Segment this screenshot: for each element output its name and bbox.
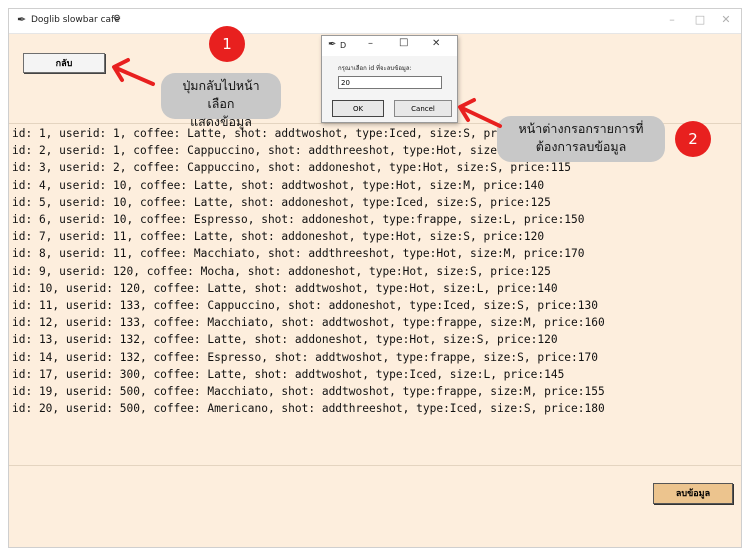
annotation-callout-1: ปุ่มกลับไปหน้าเลือก แสดงข้อมูล	[161, 73, 281, 129]
record-row: id: 6, userid: 10, coffee: Espresso, sho…	[12, 213, 585, 227]
gear-icon: ⚙	[113, 14, 122, 24]
delete-dialog: ✒ D – □ ✕ กรุณาเลือก id ที่จะลบข้อมูล: O…	[321, 35, 458, 123]
records-list: id: 1, userid: 1, coffee: Latte, shot: a…	[12, 125, 605, 417]
minimize-button[interactable]: –	[661, 11, 683, 29]
annotation-badge-2: 2	[675, 121, 711, 157]
callout-1-line-1: ปุ่มกลับไปหน้าเลือก	[182, 78, 260, 111]
back-button[interactable]: กลับ	[23, 53, 105, 73]
dialog-minimize-button[interactable]: –	[368, 38, 373, 49]
callout-2-line-2: ต้องการลบข้อมูล	[535, 139, 627, 154]
record-row: id: 7, userid: 11, coffee: Latte, shot: …	[12, 230, 545, 244]
close-button[interactable]: ✕	[715, 11, 737, 29]
record-row: id: 8, userid: 11, coffee: Macchiato, sh…	[12, 247, 585, 261]
record-row: id: 9, userid: 120, coffee: Mocha, shot:…	[12, 264, 551, 278]
annotation-badge-1: 1	[209, 26, 245, 62]
record-row: id: 13, userid: 132, coffee: Latte, shot…	[12, 333, 558, 347]
record-row: id: 10, userid: 120, coffee: Latte, shot…	[12, 281, 558, 295]
dialog-title: D	[340, 41, 347, 50]
id-input[interactable]	[338, 76, 442, 89]
dialog-titlebar[interactable]: ✒ D – □ ✕	[322, 36, 457, 56]
record-row: id: 20, userid: 500, coffee: Americano, …	[12, 402, 605, 416]
record-row: id: 17, userid: 300, coffee: Latte, shot…	[12, 367, 565, 381]
feather-icon: ✒	[17, 13, 27, 26]
record-row: id: 5, userid: 10, coffee: Latte, shot: …	[12, 195, 551, 209]
record-row: id: 11, userid: 133, coffee: Cappuccino,…	[12, 299, 598, 313]
record-row: id: 12, userid: 133, coffee: Macchiato, …	[12, 316, 605, 330]
record-row: id: 14, userid: 132, coffee: Espresso, s…	[12, 350, 598, 364]
feather-icon: ✒	[328, 39, 337, 50]
callout-1-line-2: แสดงข้อมูล	[190, 114, 252, 129]
delete-button[interactable]: ลบข้อมูล	[653, 483, 733, 504]
maximize-button[interactable]: □	[689, 11, 711, 29]
cancel-button[interactable]: Cancel	[394, 100, 452, 117]
dialog-maximize-button[interactable]: □	[399, 37, 408, 48]
dialog-prompt: กรุณาเลือก id ที่จะลบข้อมูล:	[338, 65, 412, 72]
callout-2-line-1: หน้าต่างกรอกรายการที่	[518, 121, 644, 136]
divider	[9, 465, 741, 466]
annotation-arrow-2	[458, 98, 502, 128]
window-title: Doglib slowbar cafe	[31, 15, 120, 25]
dialog-close-button[interactable]: ✕	[432, 38, 440, 49]
window-titlebar[interactable]: ✒ Doglib slowbar cafe ⚙ – □ ✕	[9, 9, 741, 34]
record-row: id: 4, userid: 10, coffee: Latte, shot: …	[12, 178, 545, 192]
ok-button[interactable]: OK	[332, 100, 384, 117]
annotation-arrow-1	[112, 58, 155, 86]
record-row: id: 19, userid: 500, coffee: Macchiato, …	[12, 385, 605, 399]
annotation-callout-2: หน้าต่างกรอกรายการที่ ต้องการลบข้อมูล	[497, 116, 665, 162]
